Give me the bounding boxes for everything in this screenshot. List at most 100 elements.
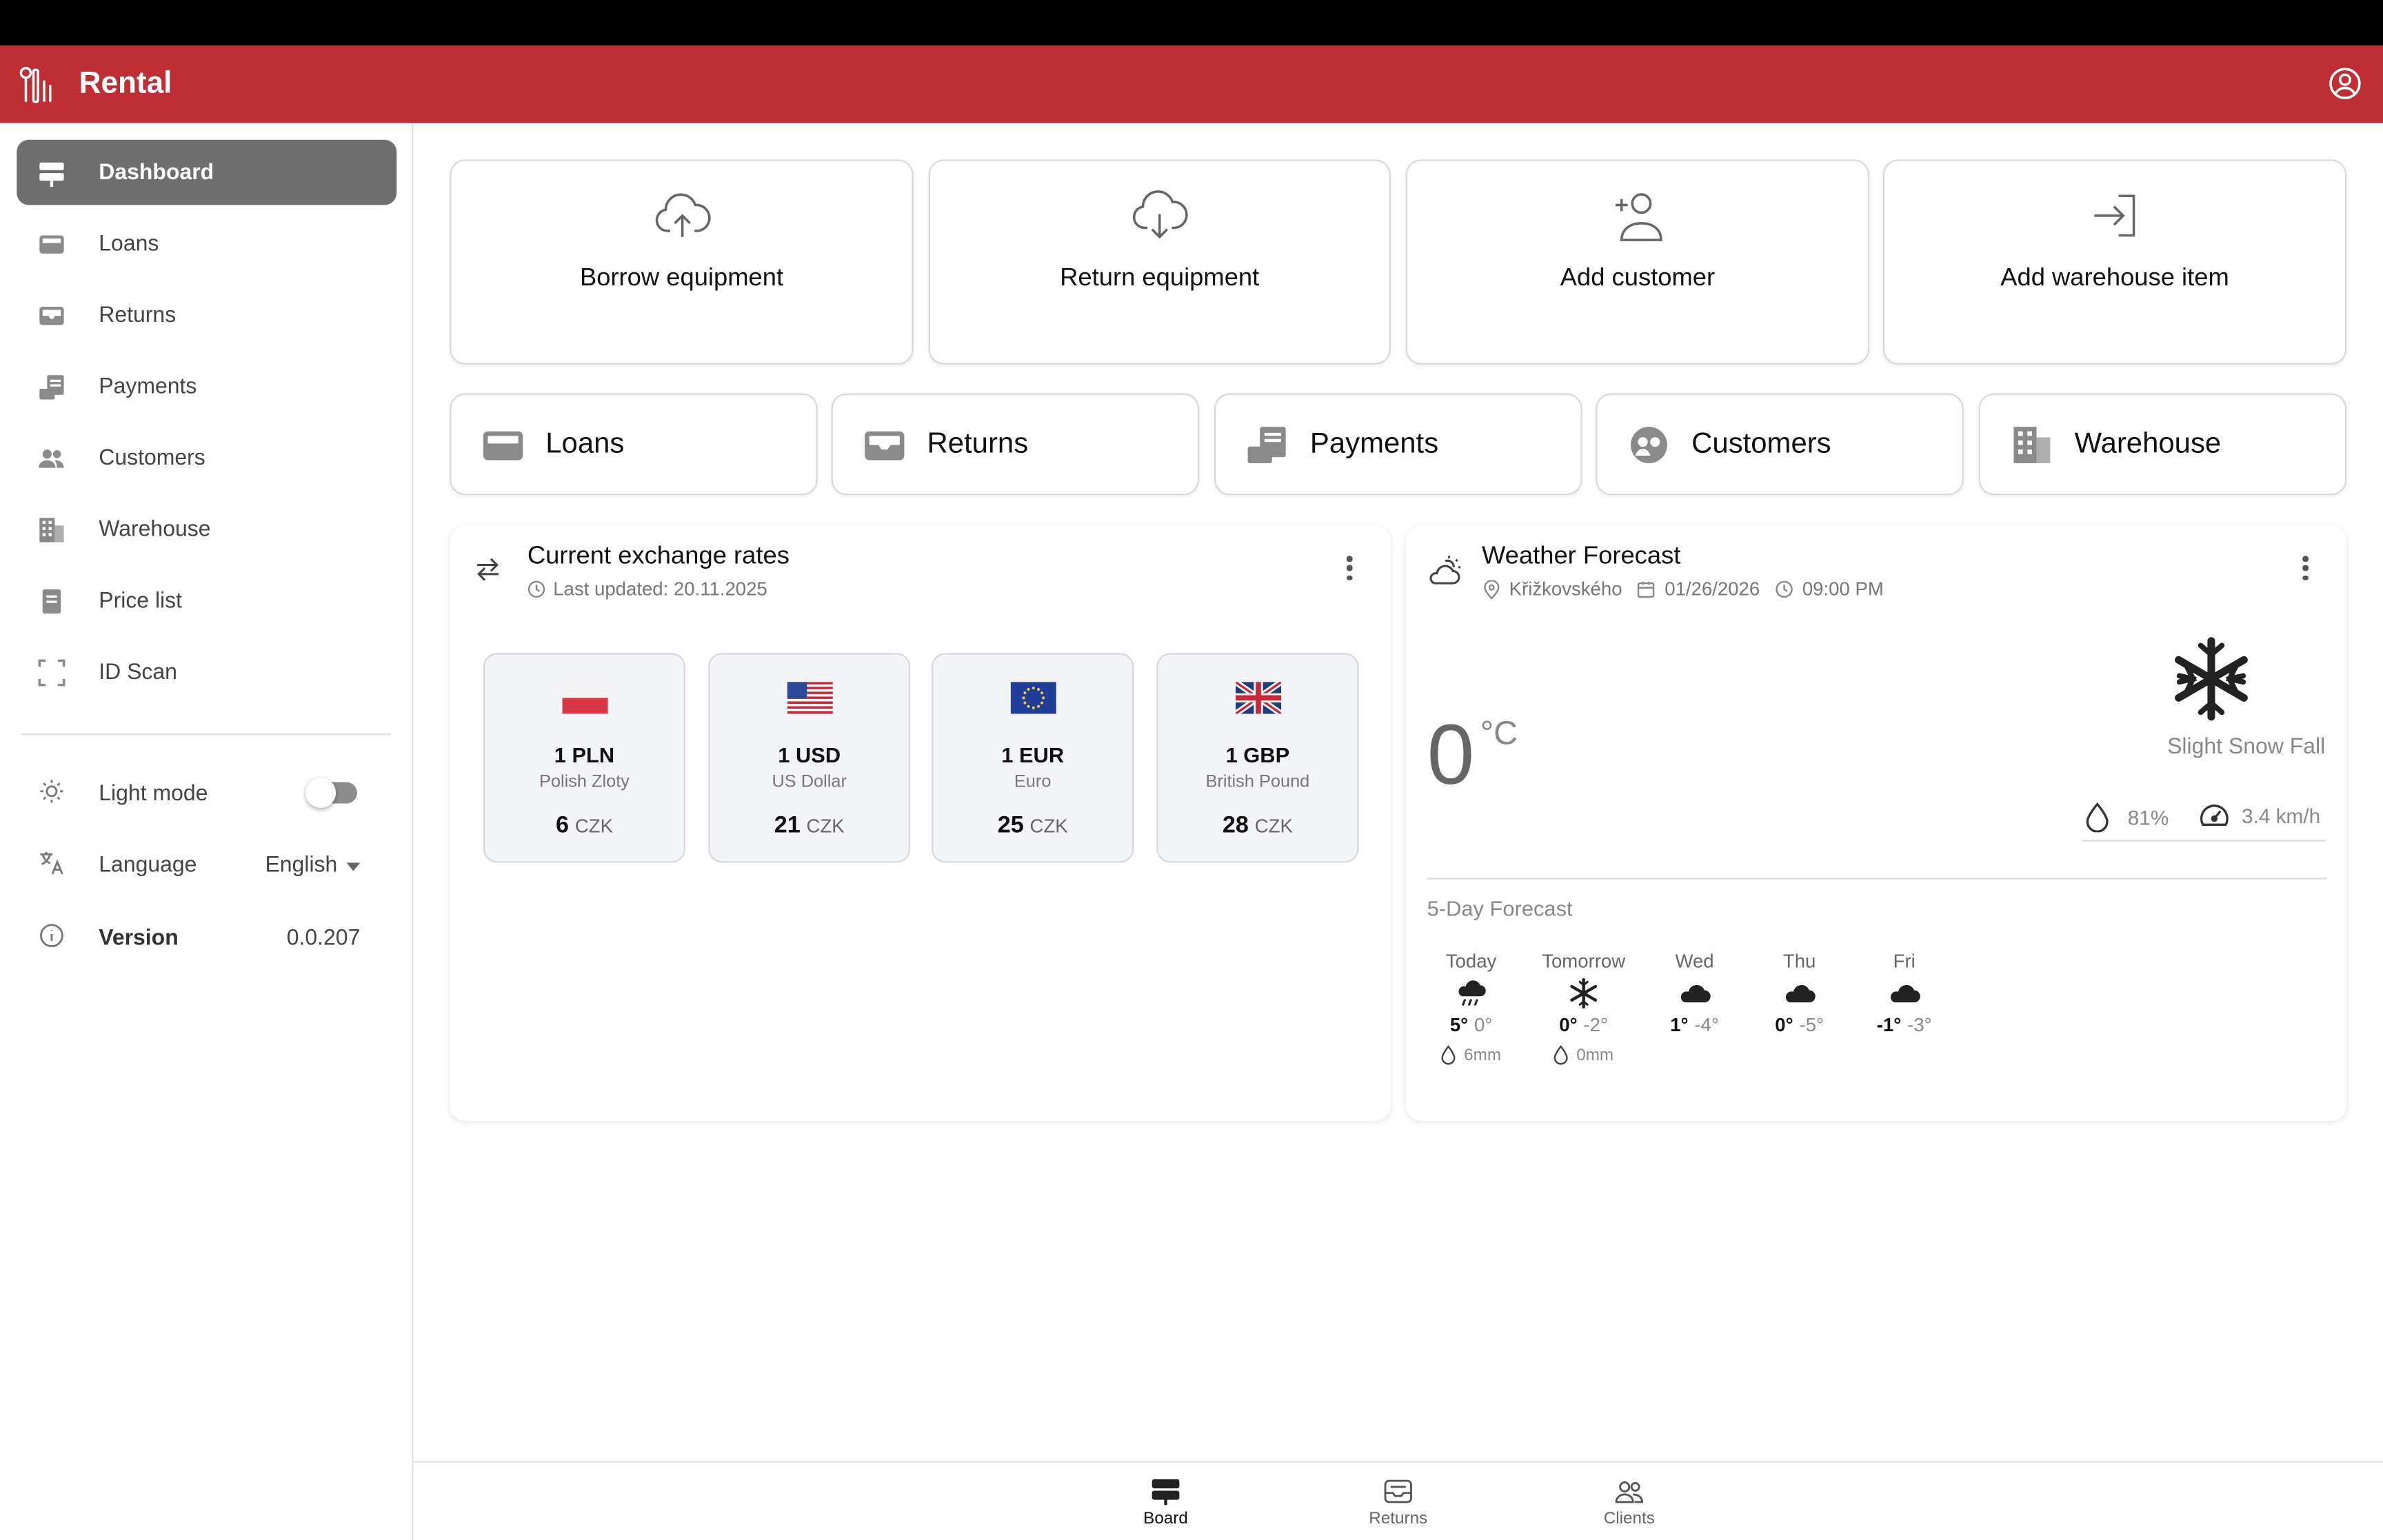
returns-section-button[interactable]: Returns: [831, 393, 1200, 496]
forecast-day-today: Today 5° 0° 6mm: [1418, 951, 1524, 1065]
sidebar-item-loans[interactable]: Loans: [17, 211, 396, 276]
forecast-rain: 0mm: [1531, 1045, 1637, 1065]
inbox-icon: [863, 423, 906, 466]
tray-icon: [482, 423, 525, 466]
app-bar: Rental: [0, 45, 2383, 123]
rate-value: 6 CZK: [485, 813, 684, 840]
temperature-unit: °C: [1480, 713, 1518, 752]
last-updated-text: Last updated: 20.11.2025: [553, 578, 767, 600]
cloud-icon: [1678, 977, 1711, 1010]
building-icon: [2011, 423, 2053, 466]
inbox-icon: [1383, 1478, 1414, 1506]
add-warehouse-item-button[interactable]: Add warehouse item: [1882, 159, 2347, 365]
forecast-divider: [1427, 878, 2327, 880]
bottom-navigation: Board Returns Clients: [413, 1461, 2383, 1540]
forecast-high: 1°: [1670, 1014, 1689, 1036]
add-customer-button[interactable]: Add customer: [1405, 159, 1870, 365]
exchange-rates-title: Current exchange rates: [527, 542, 790, 570]
rate-currency: CZK: [806, 815, 845, 837]
rate-card-gbp: 1 GBP British Pound 28 CZK: [1156, 653, 1359, 863]
rate-code: 1 USD: [778, 742, 841, 767]
cloud-icon: [1887, 977, 1920, 1010]
rate-currency: CZK: [1254, 815, 1293, 837]
exchange-rates-panel: Current exchange rates Last updated: 20.…: [450, 525, 1391, 1121]
info-icon: [38, 921, 66, 956]
warehouse-section-button[interactable]: Warehouse: [1978, 393, 2347, 496]
forecast-day-tomorrow: Tomorrow 0° -2° 0mm: [1531, 951, 1637, 1065]
sidebar-item-dashboard[interactable]: Dashboard: [17, 139, 397, 205]
borrow-equipment-button[interactable]: Borrow equipment: [450, 159, 914, 365]
sidebar-item-label: ID Scan: [99, 660, 177, 685]
sidebar-item-customers[interactable]: Customers: [17, 425, 396, 491]
language-select[interactable]: English: [265, 853, 361, 878]
weather-meta: Křižkovského 01/26/2026 09:00 PM: [1483, 578, 1884, 600]
version-value: 0.0.207: [286, 926, 361, 951]
poland-flag-icon: [561, 682, 607, 714]
sidebar-item-price-list[interactable]: Price list: [17, 568, 396, 634]
rate-number: 28: [1222, 812, 1249, 839]
weather-time: 09:00 PM: [1802, 578, 1884, 600]
forecast-day-name: Thu: [1782, 951, 1816, 973]
forecast-rain-value: 6mm: [1464, 1045, 1502, 1064]
sidebar-item-warehouse[interactable]: Warehouse: [17, 496, 396, 562]
forecast-temps: 0° -2°: [1531, 1015, 1637, 1036]
sidebar-item-id-scan[interactable]: ID Scan: [17, 640, 396, 705]
droplet-icon: [1554, 1045, 1569, 1065]
location-pin-icon: [1483, 579, 1500, 600]
sidebar-item-label: Customers: [99, 445, 205, 470]
weather-title: Weather Forecast: [1481, 542, 1681, 570]
sidebar-item-returns[interactable]: Returns: [17, 283, 396, 348]
app-logo-icon: [18, 65, 57, 104]
section-label: Customers: [1691, 427, 1831, 460]
action-label: Add customer: [1560, 264, 1716, 292]
light-mode-label: Light mode: [99, 782, 208, 807]
forecast-day-name: Tomorrow: [1542, 951, 1626, 973]
rate-code: 1 PLN: [554, 742, 615, 767]
sidebar-item-label: Warehouse: [99, 517, 211, 542]
inbox-icon: [38, 301, 66, 329]
forecast-day-name: Wed: [1675, 951, 1714, 973]
forecast-day-name: Today: [1445, 951, 1497, 973]
sidebar-item-payments[interactable]: Payments: [17, 354, 396, 419]
forecast-temps: 0° -5°: [1747, 1015, 1853, 1036]
account-icon[interactable]: [2329, 67, 2362, 100]
forecast-low: -4°: [1694, 1014, 1719, 1036]
loans-section-button[interactable]: Loans: [450, 393, 818, 496]
bottom-nav-clients[interactable]: Clients: [1561, 1478, 1698, 1528]
rate-number: 6: [556, 812, 570, 839]
bottom-nav-board[interactable]: Board: [1097, 1478, 1234, 1528]
receipt-icon: [38, 373, 66, 401]
customers-section-button[interactable]: Customers: [1596, 393, 1964, 496]
humidity-value: 81%: [2127, 805, 2169, 829]
weather-menu-button[interactable]: [2295, 553, 2316, 583]
forecast-day-fri: Fri -1° -3°: [1851, 951, 1958, 1035]
light-mode-toggle[interactable]: [305, 778, 357, 809]
weather-date: 01/26/2026: [1665, 578, 1760, 600]
clock-icon: [527, 580, 545, 598]
sidebar-item-label: Loans: [99, 231, 159, 256]
receipt-icon: [1246, 423, 1289, 466]
snowflake-icon: [2170, 635, 2252, 731]
exchange-last-updated: Last updated: 20.11.2025: [527, 578, 767, 600]
exchange-menu-button[interactable]: [1339, 553, 1360, 583]
rate-currency: CZK: [1029, 815, 1068, 837]
section-label: Returns: [927, 427, 1029, 460]
forecast-temps: 5° 0°: [1418, 1015, 1524, 1036]
return-equipment-button[interactable]: Return equipment: [928, 159, 1391, 365]
scan-frame-icon: [38, 658, 66, 686]
stats-underline: [2082, 840, 2326, 842]
rate-card-usd: 1 USD US Dollar 21 CZK: [708, 653, 911, 863]
bottom-nav-label: Returns: [1369, 1509, 1428, 1528]
payments-section-button[interactable]: Payments: [1214, 393, 1582, 496]
rate-card-eur: 1 EUR Euro 25 CZK: [932, 653, 1134, 863]
rate-number: 21: [774, 812, 801, 839]
bottom-nav-returns[interactable]: Returns: [1330, 1478, 1467, 1528]
signpost-icon: [38, 159, 66, 186]
people-icon: [1628, 423, 1671, 466]
add-person-icon: [1607, 185, 1668, 246]
sun-icon: [38, 777, 66, 812]
people-icon: [38, 444, 66, 472]
rate-currency-name: Polish Zloty: [539, 773, 630, 791]
people-icon: [1614, 1478, 1645, 1506]
cloud-upload-icon: [651, 185, 712, 246]
